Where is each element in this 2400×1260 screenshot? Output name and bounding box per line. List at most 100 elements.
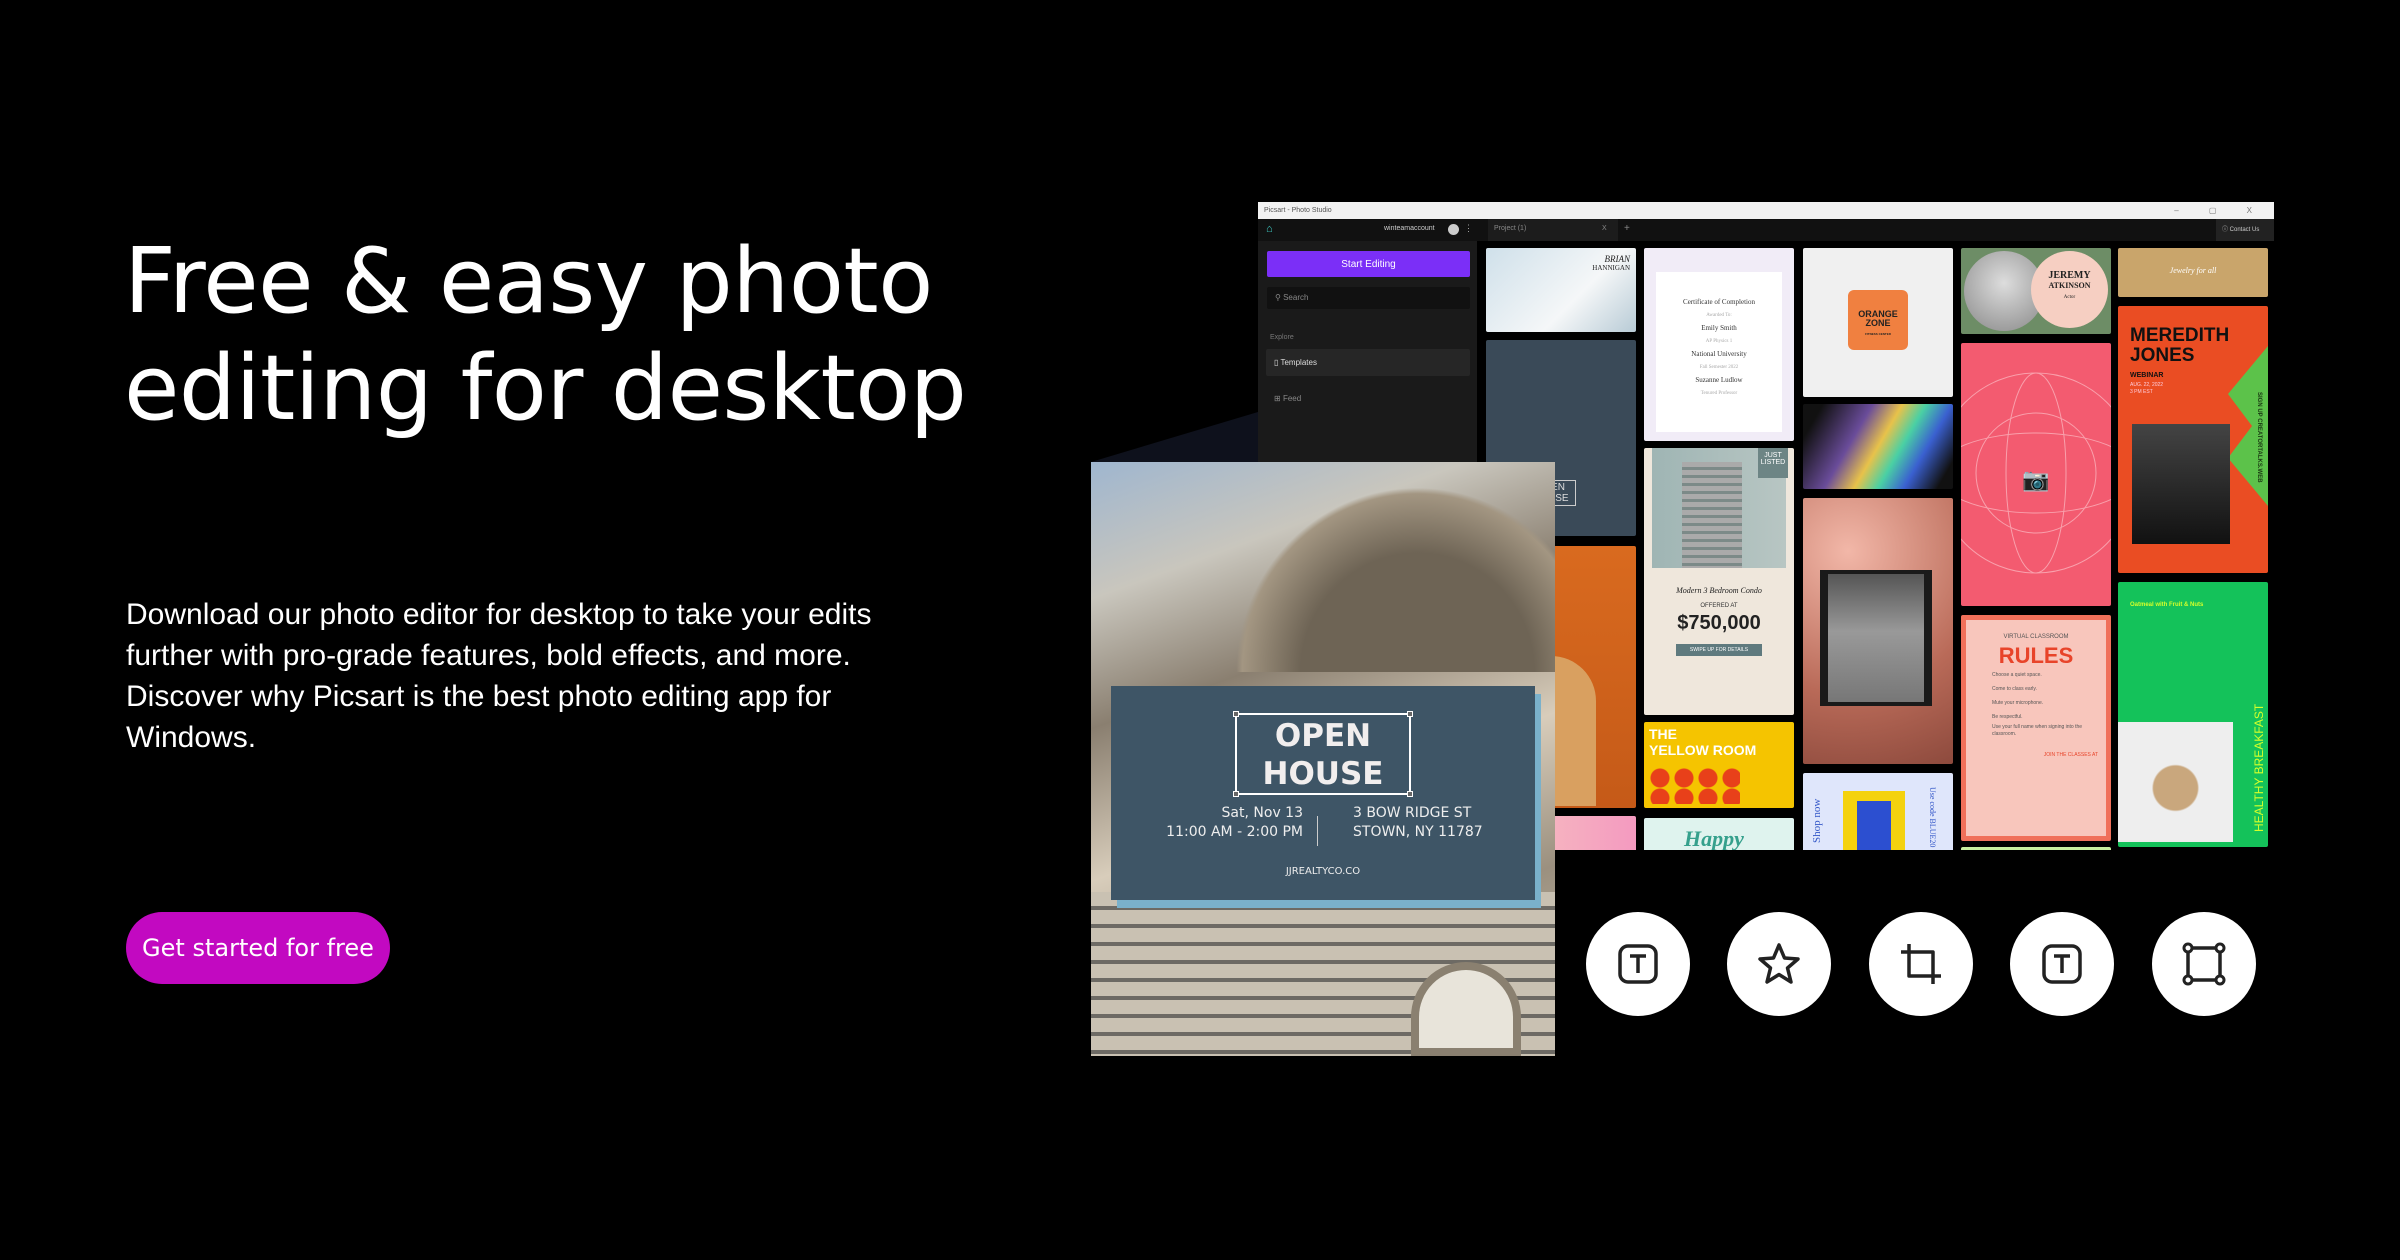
home-icon[interactable]: ⌂ — [1266, 223, 1273, 235]
hero-title-line-1: Free & easy photo — [124, 229, 933, 334]
open-house-card[interactable]: OPEN HOUSE Sat, Nov 13 11:00 AM - 2:00 PM… — [1111, 686, 1535, 900]
contact-us-button[interactable]: ⓘ Contact Us — [2216, 219, 2274, 241]
template-card-jewelry[interactable]: Jewelry for all — [2118, 248, 2268, 297]
card-text: SWIPE UP FOR DETAILS — [1676, 644, 1762, 656]
account-name[interactable]: winteamaccount — [1384, 225, 1435, 232]
portrait-image — [2132, 424, 2230, 544]
card-text: Be respectful. — [1992, 714, 2023, 720]
open-house-date: Sat, Nov 13 — [1221, 805, 1303, 821]
card-text: AUG. 22, 2022 — [2130, 382, 2164, 388]
sidebar-item-label: Templates — [1280, 358, 1317, 367]
card-text: VIRTUAL CLASSROOM — [2003, 634, 2069, 640]
template-card-hearts[interactable] — [1803, 498, 1953, 764]
new-tab-button[interactable]: + — [1624, 223, 1630, 234]
card-text: Jewelry for all — [2169, 266, 2217, 275]
card-text: $750,000 — [1677, 612, 1761, 634]
window-controls[interactable]: – ▢ X — [2174, 202, 2266, 219]
card-text: THE — [1649, 726, 1677, 742]
more-icon[interactable]: ⋮ — [1464, 223, 1473, 234]
explore-label: Explore — [1270, 334, 1294, 341]
hero-title: Free & easy photo editing for desktop — [124, 228, 1024, 442]
editing-canvas-photo[interactable]: OPEN HOUSE Sat, Nov 13 11:00 AM - 2:00 PM… — [1091, 462, 1555, 1056]
building-image — [1682, 462, 1742, 568]
card-text: Suzanne Ludlow — [1695, 376, 1743, 384]
card-text: Oatmeal with Fruit & Nuts — [2130, 602, 2204, 608]
food-image — [2118, 722, 2233, 842]
avatar[interactable] — [1448, 224, 1459, 235]
crop-tool-button[interactable] — [1869, 912, 1973, 1016]
template-card-yellow-room[interactable]: THE YELLOW ROOM — [1644, 722, 1794, 808]
get-started-button[interactable]: Get started for free — [126, 912, 390, 984]
card-text: MEREDITH — [2130, 325, 2230, 346]
search-input[interactable]: ⚲ Search — [1267, 287, 1470, 309]
transform-tool-button[interactable] — [2152, 912, 2256, 1016]
text-tool-button[interactable] — [1586, 912, 1690, 1016]
template-card-jeremy[interactable]: JEREMY ATKINSON Actor — [1961, 248, 2111, 334]
tab-project[interactable]: Project (1) X — [1488, 219, 1618, 241]
close-tab-icon[interactable]: X — [1602, 225, 1607, 232]
template-card-shop-now[interactable]: Shop now Use code BLUE20 — [1803, 773, 1953, 850]
transform-icon — [2182, 942, 2226, 986]
card-text: Emily Smith — [1701, 324, 1737, 332]
open-house-city: STOWN, NY 11787 — [1353, 824, 1483, 840]
card-text: Use your full name when signing into the… — [1992, 724, 2083, 737]
card-text: Use code BLUE20 — [1928, 787, 1937, 848]
card-text: Come to class early. — [1992, 686, 2037, 692]
template-card-camera[interactable]: 📷 — [1961, 343, 2111, 606]
camera-icon: 📷 — [2022, 467, 2050, 492]
window-title: Picsart - Photo Studio — [1264, 207, 1332, 214]
search-icon: ⚲ — [1275, 293, 1284, 302]
card-text: LISTED — [1760, 459, 1786, 466]
selected-text-box[interactable]: OPEN HOUSE — [1233, 711, 1413, 797]
sidebar-item-templates[interactable]: ▯ Templates — [1266, 349, 1470, 376]
hero-title-line-2: editing for desktop — [124, 336, 967, 441]
text-icon — [1618, 944, 1658, 984]
card-text: BRIAN — [1604, 254, 1631, 264]
search-placeholder: Search — [1283, 293, 1309, 302]
resize-handle[interactable] — [1407, 711, 1413, 717]
template-card-philosophy[interactable] — [1803, 404, 1953, 489]
crop-icon — [1901, 944, 1941, 984]
template-card-breakfast[interactable]: Oatmeal with Fruit & Nuts HEALTHY BREAKF… — [2118, 582, 2268, 847]
arch-image — [1211, 462, 1555, 672]
card-text: Tenured Professor — [1700, 391, 1738, 396]
sidebar-item-feed[interactable]: ⊞ Feed — [1266, 385, 1470, 412]
app-topbar: ⌂ winteamaccount ⋮ Project (1) X + ⓘ Con… — [1258, 219, 2274, 241]
card-text: AP Physics 1 — [1705, 339, 1733, 344]
resize-handle[interactable] — [1233, 791, 1239, 797]
open-house-title-1: OPEN — [1274, 718, 1372, 754]
template-card-certificate[interactable]: Certificate of Completion Awarded To: Em… — [1644, 248, 1794, 441]
card-text: OFFERED AT — [1700, 603, 1738, 609]
template-card-rules[interactable]: VIRTUAL CLASSROOM RULES Choose a quiet s… — [1961, 615, 2111, 841]
feed-icon: ⊞ — [1274, 394, 1283, 403]
card-text: 3 PM EST — [2130, 389, 2153, 395]
template-card-brian[interactable]: BRIAN HANNIGAN — [1486, 248, 1636, 332]
card-text: ATKINSON — [2048, 281, 2091, 290]
card-text: JONES — [2130, 345, 2195, 366]
template-card-meredith[interactable]: MEREDITH JONES WEBINAR AUG. 22, 2022 3 PM… — [2118, 306, 2268, 573]
template-card-just-listed[interactable]: JUST LISTED Modern 3 Bedroom Condo OFFERE… — [1644, 448, 1794, 715]
card-text: Mute your microphone. — [1992, 700, 2044, 706]
start-editing-button[interactable]: Start Editing — [1267, 251, 1470, 277]
text-tool-button-2[interactable] — [2010, 912, 2114, 1016]
card-text: Awarded To: — [1706, 313, 1732, 318]
card-text: Actor — [2063, 295, 2076, 300]
resize-handle[interactable] — [1233, 711, 1239, 717]
template-card-green[interactable] — [1961, 847, 2111, 850]
card-text: Happy — [1684, 826, 1744, 850]
open-house-website: JJREALTYCO.CO — [1285, 866, 1361, 877]
sidebar-item-label: Feed — [1282, 394, 1302, 403]
card-text: Shop now — [1811, 798, 1823, 843]
card-text: SIGN UP CREATORTALKS.WEB — [2256, 392, 2262, 483]
template-card-orange-zone[interactable]: ORANGE ZONE FITNESS CENTER — [1803, 248, 1953, 397]
card-text: FITNESS CENTER — [1865, 332, 1891, 336]
card-text: JUST — [1764, 452, 1782, 459]
template-card-happy[interactable]: Happy — [1644, 818, 1794, 850]
card-text: Choose a quiet space. — [1992, 672, 2042, 678]
contact-label: Contact Us — [2229, 227, 2260, 233]
card-text: JEREMY — [2048, 270, 2091, 281]
sticker-tool-button[interactable] — [1727, 912, 1831, 1016]
star-icon — [1758, 943, 1800, 984]
card-text: YELLOW ROOM — [1649, 742, 1757, 758]
resize-handle[interactable] — [1407, 791, 1413, 797]
